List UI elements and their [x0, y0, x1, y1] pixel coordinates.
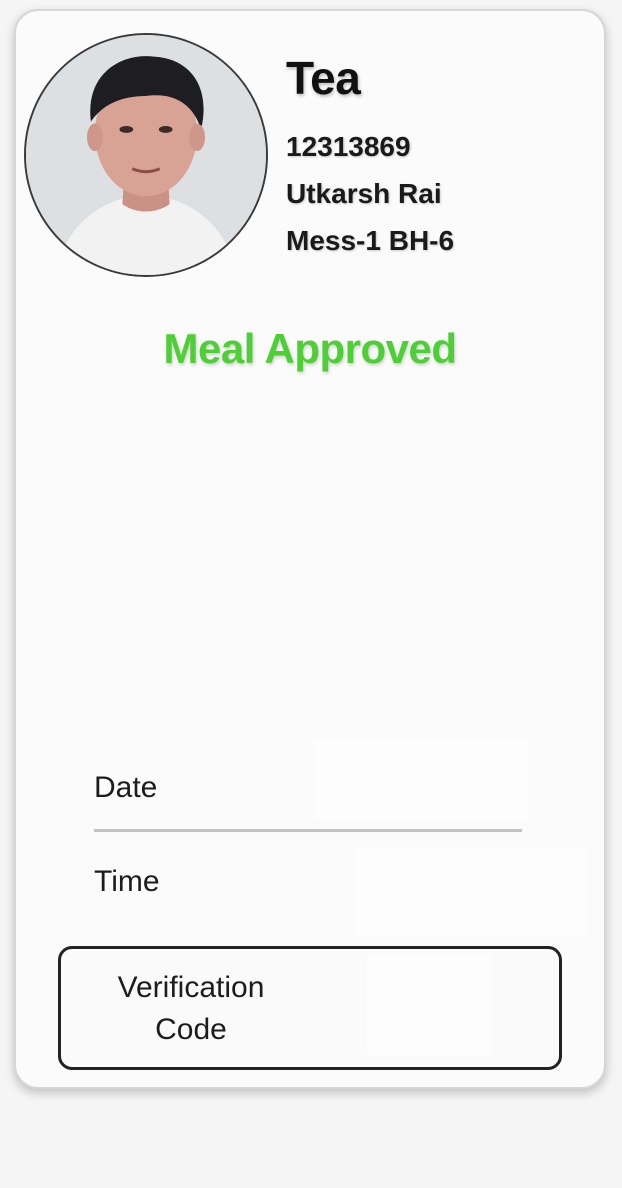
mess-location: Mess-1 BH-6: [286, 225, 455, 256]
date-value: [314, 739, 528, 819]
meal-status: Meal Approved: [163, 325, 458, 372]
meal-pass-card: Tea 12313869 Utkarsh Rai Mess-1 BH-6 Mea…: [14, 9, 606, 1089]
time-value: [354, 849, 586, 937]
verification-label-line2: Code: [155, 1013, 227, 1046]
divider: [94, 829, 522, 832]
registration-number: 12313869: [286, 131, 411, 162]
student-photo-icon: [26, 35, 266, 275]
meal-type-title: Tea: [286, 52, 361, 104]
date-label: Date: [94, 771, 158, 804]
page: Tea 12313869 Utkarsh Rai Mess-1 BH-6 Mea…: [0, 0, 622, 1188]
student-name: Utkarsh Rai: [286, 178, 442, 209]
student-avatar: [24, 33, 268, 277]
verification-label-line1: Verification: [117, 971, 265, 1004]
verification-code-value: [367, 955, 491, 1055]
verification-code-box: Verification Code: [58, 946, 562, 1070]
time-label: Time: [94, 865, 160, 898]
verification-label: Verification Code: [101, 967, 281, 1051]
